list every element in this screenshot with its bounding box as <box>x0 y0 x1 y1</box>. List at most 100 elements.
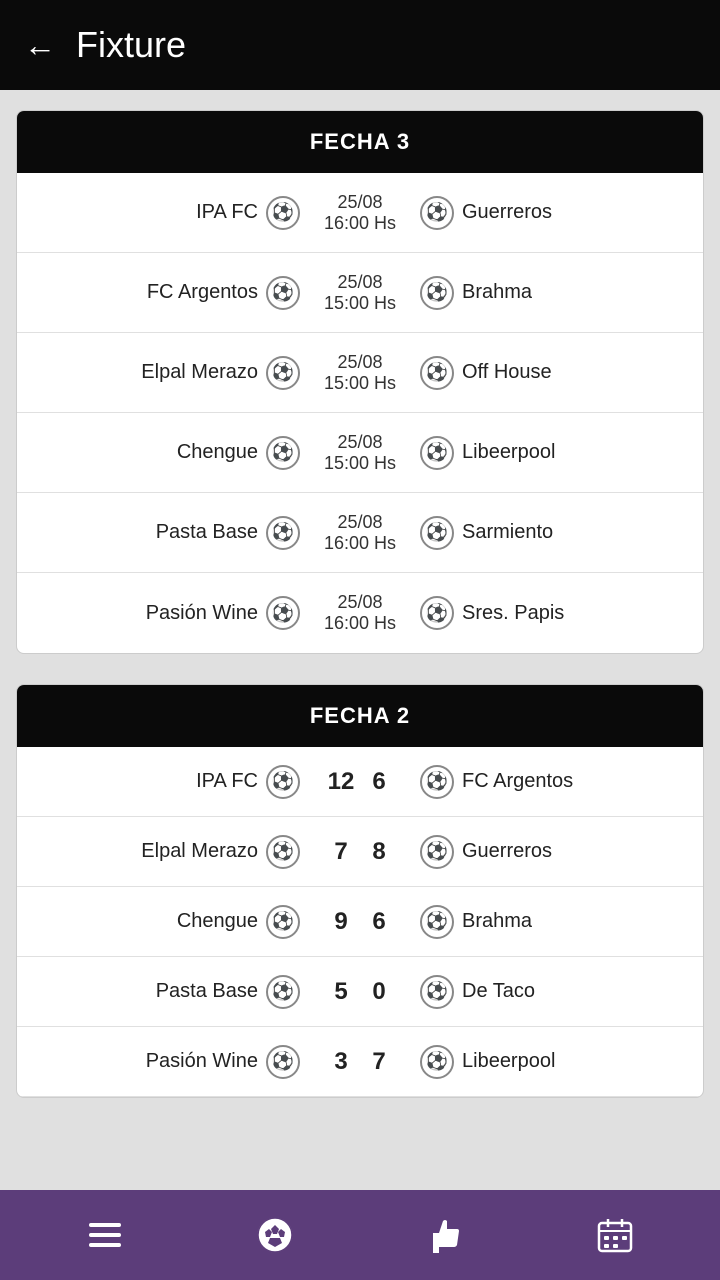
score-home-num: 3 <box>327 1048 355 1076</box>
calendar-icon <box>595 1215 635 1255</box>
score-away-num: 6 <box>365 768 393 796</box>
fecha3-card: FECHA 3 IPA FC ⚽ 25/08 16:00 Hs ⚽ Guerre… <box>16 110 704 654</box>
match-info: 25/08 16:00 Hs <box>300 512 420 554</box>
match-time: 16:00 Hs <box>324 213 396 234</box>
away-team: Libeerpool <box>454 1050 687 1073</box>
away-team-icon: ⚽ <box>420 905 454 939</box>
match-time: 15:00 Hs <box>324 373 396 394</box>
score-display: 12 6 <box>300 768 420 796</box>
away-team-icon: ⚽ <box>420 516 454 550</box>
away-team: Sres. Papis <box>454 602 687 625</box>
match-row: Pasión Wine ⚽ 25/08 16:00 Hs ⚽ Sres. Pap… <box>17 573 703 653</box>
home-team-icon: ⚽ <box>266 975 300 1009</box>
away-team-icon: ⚽ <box>420 835 454 869</box>
match-row: Chengue ⚽ 25/08 15:00 Hs ⚽ Libeerpool <box>17 413 703 493</box>
home-team-icon: ⚽ <box>266 765 300 799</box>
home-team-icon: ⚽ <box>266 436 300 470</box>
home-team-icon: ⚽ <box>266 516 300 550</box>
away-team-icon: ⚽ <box>420 1045 454 1079</box>
match-info: 25/08 16:00 Hs <box>300 592 420 634</box>
fecha3-label: FECHA 3 <box>310 129 410 154</box>
away-team: Sarmiento <box>454 521 687 544</box>
score-row: Pasión Wine ⚽ 3 7 ⚽ Libeerpool <box>17 1027 703 1097</box>
score-display: 3 7 <box>300 1048 420 1076</box>
score-row: Chengue ⚽ 9 6 ⚽ Brahma <box>17 887 703 957</box>
score-row: Pasta Base ⚽ 5 0 ⚽ De Taco <box>17 957 703 1027</box>
score-away-num: 8 <box>365 838 393 866</box>
home-team-icon: ⚽ <box>266 835 300 869</box>
away-team: De Taco <box>454 980 687 1003</box>
fecha2-card: FECHA 2 IPA FC ⚽ 12 6 ⚽ FC Argentos Elpa… <box>16 684 704 1098</box>
header: ← Fixture <box>0 0 720 90</box>
away-team: Libeerpool <box>454 441 687 464</box>
back-button[interactable]: ← <box>24 27 56 64</box>
home-team: IPA FC <box>33 770 266 793</box>
match-row: Pasta Base ⚽ 25/08 16:00 Hs ⚽ Sarmiento <box>17 493 703 573</box>
away-team: Brahma <box>454 281 687 304</box>
score-row: IPA FC ⚽ 12 6 ⚽ FC Argentos <box>17 747 703 817</box>
score-away-num: 0 <box>365 978 393 1006</box>
match-info: 25/08 15:00 Hs <box>300 352 420 394</box>
home-team-icon: ⚽ <box>266 356 300 390</box>
home-team: Elpal Merazo <box>33 361 266 384</box>
home-team: Pasión Wine <box>33 1050 266 1073</box>
home-team-icon: ⚽ <box>266 596 300 630</box>
away-team-icon: ⚽ <box>420 196 454 230</box>
home-team-icon: ⚽ <box>266 276 300 310</box>
match-info: 25/08 16:00 Hs <box>300 192 420 234</box>
match-time: 16:00 Hs <box>324 533 396 554</box>
page-title: Fixture <box>76 24 186 66</box>
fecha2-label: FECHA 2 <box>310 703 410 728</box>
away-team: Brahma <box>454 910 687 933</box>
away-team: FC Argentos <box>454 770 687 793</box>
home-team-icon: ⚽ <box>266 1045 300 1079</box>
away-team-icon: ⚽ <box>420 436 454 470</box>
home-team: Pasta Base <box>33 521 266 544</box>
score-away-num: 6 <box>365 908 393 936</box>
score-away-num: 7 <box>365 1048 393 1076</box>
bottom-nav <box>0 1190 720 1280</box>
score-home-num: 12 <box>327 768 355 796</box>
match-date: 25/08 <box>337 512 382 533</box>
home-team: Chengue <box>33 441 266 464</box>
home-team-icon: ⚽ <box>266 905 300 939</box>
like-icon <box>425 1215 465 1255</box>
match-date: 25/08 <box>337 592 382 613</box>
away-team-icon: ⚽ <box>420 596 454 630</box>
match-date: 25/08 <box>337 192 382 213</box>
away-team: Guerreros <box>454 201 687 224</box>
away-team-icon: ⚽ <box>420 276 454 310</box>
match-time: 15:00 Hs <box>324 293 396 314</box>
away-team-icon: ⚽ <box>420 765 454 799</box>
away-team: Off House <box>454 361 687 384</box>
match-info: 25/08 15:00 Hs <box>300 272 420 314</box>
score-display: 9 6 <box>300 908 420 936</box>
nav-calendar[interactable] <box>575 1205 655 1265</box>
score-row: Elpal Merazo ⚽ 7 8 ⚽ Guerreros <box>17 817 703 887</box>
match-date: 25/08 <box>337 352 382 373</box>
home-team: IPA FC <box>33 201 266 224</box>
away-team: Guerreros <box>454 840 687 863</box>
fecha3-header: FECHA 3 <box>17 111 703 173</box>
match-date: 25/08 <box>337 272 382 293</box>
match-row: Elpal Merazo ⚽ 25/08 15:00 Hs ⚽ Off Hous… <box>17 333 703 413</box>
away-team-icon: ⚽ <box>420 356 454 390</box>
menu-icon <box>85 1215 125 1255</box>
nav-menu[interactable] <box>65 1205 145 1265</box>
score-home-num: 9 <box>327 908 355 936</box>
home-team: Elpal Merazo <box>33 840 266 863</box>
match-row: IPA FC ⚽ 25/08 16:00 Hs ⚽ Guerreros <box>17 173 703 253</box>
match-info: 25/08 15:00 Hs <box>300 432 420 474</box>
fecha2-header: FECHA 2 <box>17 685 703 747</box>
nav-soccer[interactable] <box>235 1205 315 1265</box>
away-team-icon: ⚽ <box>420 975 454 1009</box>
nav-like[interactable] <box>405 1205 485 1265</box>
score-home-num: 5 <box>327 978 355 1006</box>
match-time: 16:00 Hs <box>324 613 396 634</box>
score-display: 7 8 <box>300 838 420 866</box>
match-time: 15:00 Hs <box>324 453 396 474</box>
home-team: Pasta Base <box>33 980 266 1003</box>
match-date: 25/08 <box>337 432 382 453</box>
home-team: Chengue <box>33 910 266 933</box>
score-display: 5 0 <box>300 978 420 1006</box>
